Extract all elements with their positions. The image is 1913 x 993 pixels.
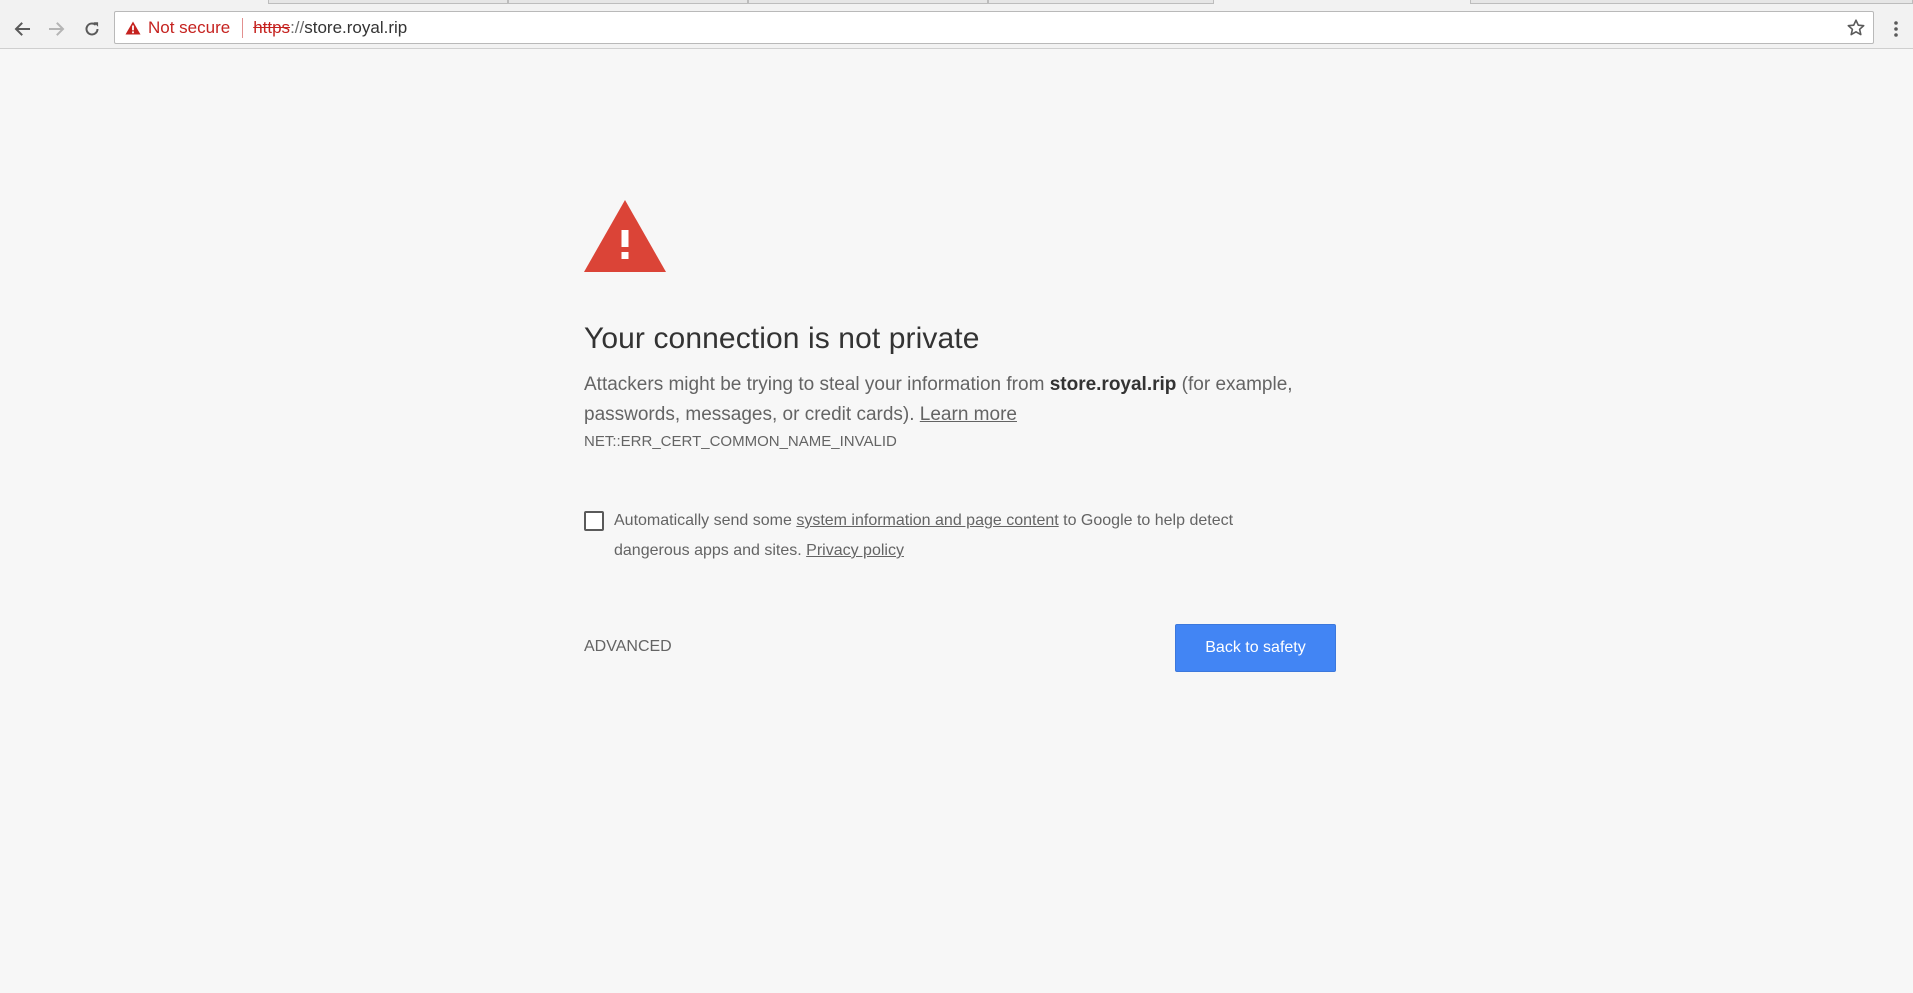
main-message: Attackers might be trying to steal your … [584, 370, 1336, 430]
warning-triangle-icon [125, 21, 141, 35]
reporting-text: Automatically send some [614, 512, 797, 529]
browser-toolbar: Not secure https://store.royal.rip [0, 9, 1913, 49]
tab-edge[interactable] [748, 0, 988, 4]
extended-reporting-option: Automatically send some system informati… [584, 506, 1284, 566]
tab-edge[interactable] [988, 0, 1214, 4]
arrow-right-icon [49, 22, 65, 36]
button-row: ADVANCED Back to safety [584, 624, 1336, 672]
send-info-checkbox[interactable] [584, 511, 604, 531]
url-text[interactable]: https://store.royal.rip [243, 18, 1839, 38]
message-host: store.royal.rip [1049, 374, 1177, 395]
omnibox-divider [242, 17, 244, 38]
star-outline-icon [1847, 18, 1865, 35]
tab-edge[interactable] [1470, 0, 1913, 4]
page-title: Your connection is not private [584, 322, 980, 355]
url-scheme: https [253, 17, 291, 37]
system-info-link[interactable]: system information and page content [796, 512, 1058, 529]
url-host: store.royal.rip [304, 17, 408, 37]
security-indicator[interactable]: Not secure [115, 12, 242, 43]
address-bar[interactable]: Not secure https://store.royal.rip [114, 11, 1874, 44]
tab-edge[interactable] [268, 0, 508, 4]
message-text: Attackers might be trying to steal your … [584, 374, 1050, 395]
back-button[interactable] [8, 15, 36, 43]
browser-menu-button[interactable] [1882, 15, 1910, 43]
reload-icon [85, 22, 99, 36]
security-label: Not secure [148, 17, 231, 37]
warning-triangle-icon [584, 200, 666, 272]
forward-button[interactable] [43, 15, 71, 43]
privacy-policy-link[interactable]: Privacy policy [806, 542, 904, 559]
reload-button[interactable] [78, 15, 106, 43]
arrow-left-icon [14, 22, 30, 36]
interstitial-container: Your connection is not private Attackers… [584, 200, 1336, 672]
back-to-safety-button[interactable]: Back to safety [1175, 624, 1336, 672]
tab-strip [0, 0, 1913, 9]
learn-more-link[interactable]: Learn more [920, 404, 1017, 425]
tab-edge[interactable] [508, 0, 748, 4]
error-code: NET::ERR_CERT_COMMON_NAME_INVALID [584, 433, 897, 450]
url-separator: :// [290, 17, 305, 37]
advanced-button[interactable]: ADVANCED [584, 638, 672, 656]
bookmark-button[interactable] [1839, 12, 1873, 43]
kebab-menu-icon [1894, 21, 1898, 37]
